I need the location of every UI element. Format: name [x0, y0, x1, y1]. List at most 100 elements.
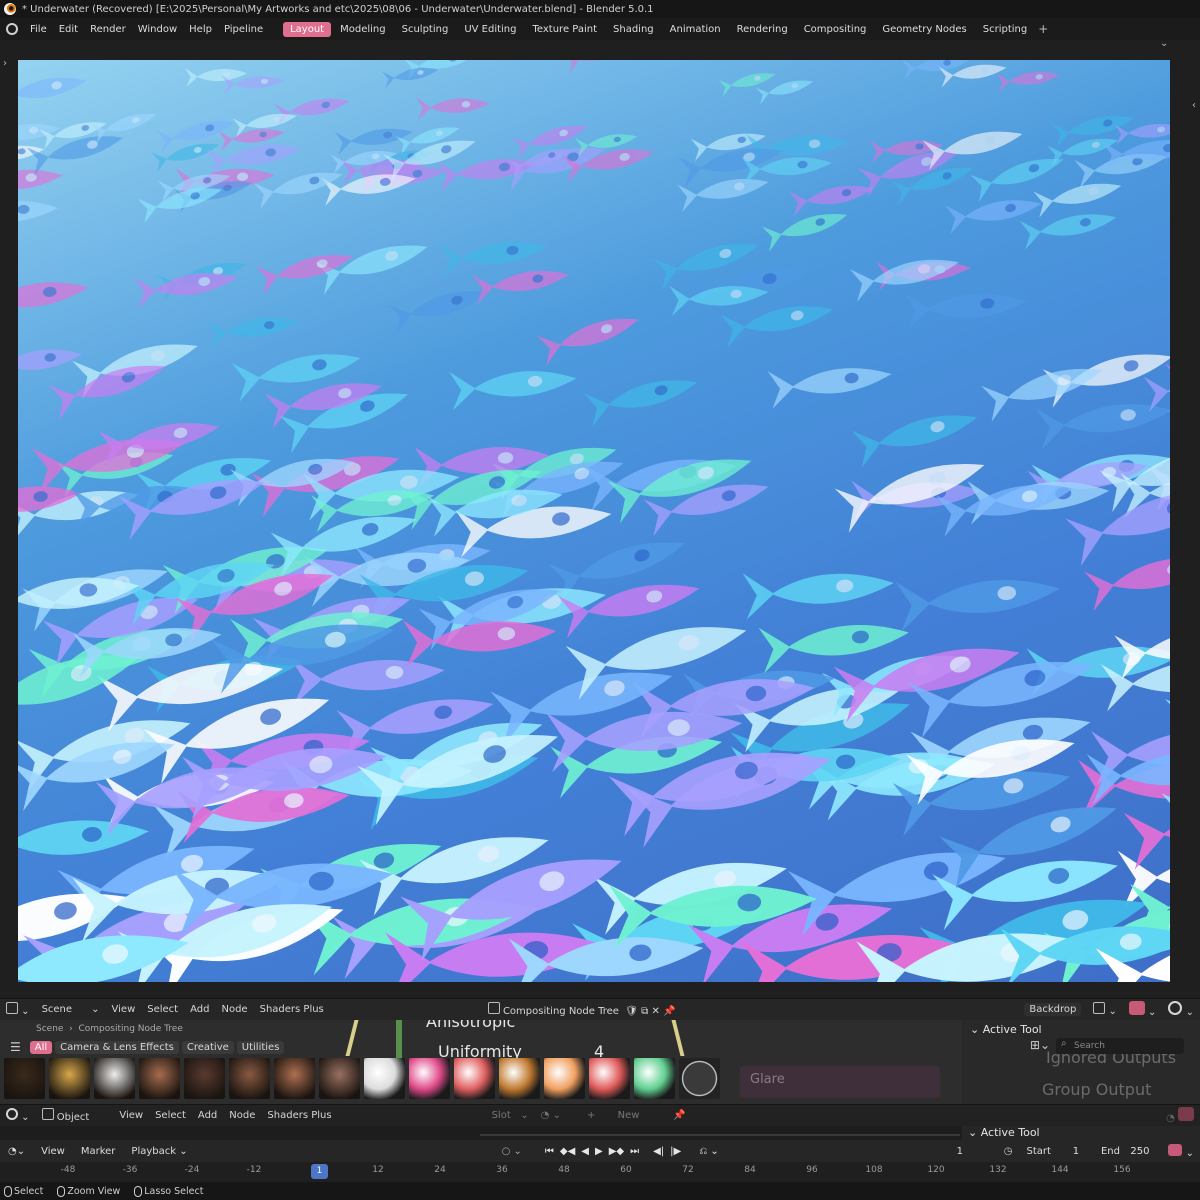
- glare-node[interactable]: Glare: [740, 1066, 940, 1098]
- menu-playback[interactable]: Playback ⌄: [123, 1146, 195, 1157]
- overlay-icon[interactable]: ⌄: [1087, 1002, 1123, 1017]
- menu-add-2[interactable]: Add: [192, 1110, 223, 1121]
- active-tool-title[interactable]: ⌄ Active Tool: [970, 1023, 1042, 1036]
- current-frame-field[interactable]: 1: [930, 1143, 990, 1159]
- start-field[interactable]: 1: [1051, 1143, 1101, 1159]
- blender-menu-icon[interactable]: [6, 23, 18, 35]
- gizmo-icon-2[interactable]: ⌄: [1168, 1143, 1194, 1159]
- asset-thumbnail[interactable]: [229, 1058, 270, 1099]
- tab-sculpting[interactable]: Sculpting: [395, 22, 456, 37]
- asset-thumbnail[interactable]: [49, 1058, 90, 1099]
- node-tree-selector[interactable]: Compositing Node Tree 🛡 ⧉ ✕ 📌: [482, 1002, 682, 1017]
- jump-end-button[interactable]: ⏭: [627, 1146, 642, 1157]
- pink-toggle-icon[interactable]: ⌄: [1123, 1001, 1163, 1018]
- menu-edit[interactable]: Edit: [53, 24, 84, 35]
- asset-thumbnail[interactable]: [409, 1058, 450, 1099]
- asset-thumbnail[interactable]: [319, 1058, 360, 1099]
- material-icon[interactable]: ◔ ⌄: [535, 1110, 567, 1121]
- asset-thumbnail[interactable]: [364, 1058, 405, 1099]
- grid-view-icon[interactable]: ⊞⌄: [1030, 1038, 1050, 1052]
- tab-creative[interactable]: Creative: [181, 1040, 234, 1054]
- jump-start-button[interactable]: ⏮: [542, 1146, 557, 1157]
- tab-camera-lens-effects[interactable]: Camera & Lens Effects: [55, 1040, 179, 1054]
- menu-node[interactable]: Node: [215, 1004, 253, 1015]
- asset-thumbnail[interactable]: [274, 1058, 315, 1099]
- end-label: End: [1100, 1145, 1120, 1157]
- menu-render[interactable]: Render: [84, 24, 132, 35]
- node-link: [671, 1020, 685, 1056]
- asset-thumbnail[interactable]: [589, 1058, 630, 1099]
- end-field[interactable]: 250: [1120, 1143, 1160, 1159]
- menu-window[interactable]: Window: [132, 24, 183, 35]
- menu-file[interactable]: File: [24, 24, 53, 35]
- ruler-tick: 96: [806, 1165, 818, 1175]
- keying-icon[interactable]: ⎌ ⌄: [696, 1146, 722, 1157]
- asset-thumbnail[interactable]: [184, 1058, 225, 1099]
- overlay-icon-2[interactable]: ◔: [1160, 1107, 1200, 1124]
- asset-thumbnail[interactable]: [94, 1058, 135, 1099]
- tab-rendering[interactable]: Rendering: [730, 22, 795, 37]
- asset-thumbnail[interactable]: [679, 1058, 720, 1099]
- chevron-down-icon[interactable]: ⌄: [1160, 38, 1168, 49]
- asset-thumbnail[interactable]: [139, 1058, 180, 1099]
- asset-thumbnail[interactable]: [544, 1058, 585, 1099]
- scroll-bar[interactable]: [480, 1134, 960, 1136]
- menu-select-2[interactable]: Select: [149, 1110, 192, 1121]
- next-keyframe-button[interactable]: ▶◆: [606, 1146, 627, 1157]
- tab-layout[interactable]: Layout: [283, 21, 332, 37]
- asset-thumbnail[interactable]: [454, 1058, 495, 1099]
- active-tool-title-2[interactable]: ⌄ Active Tool: [968, 1126, 1040, 1139]
- menu-pipeline[interactable]: Pipeline: [218, 24, 269, 35]
- editor-type-icon-2[interactable]: ⌄: [0, 1108, 36, 1123]
- prev-keyframe-button[interactable]: ◆◀: [557, 1146, 578, 1157]
- ghost-group-output: Group Output: [1042, 1080, 1152, 1099]
- tab-animation[interactable]: Animation: [663, 22, 728, 37]
- tab-modeling[interactable]: Modeling: [333, 22, 393, 37]
- timeline-ruler[interactable]: 1 -48 -36 -24 -12 12 24 36 48 60 72 84 96 108 120 132 1…: [0, 1162, 1200, 1182]
- chevron-left-icon[interactable]: ‹: [1192, 100, 1196, 111]
- chevron-right-icon[interactable]: ›: [3, 58, 7, 69]
- gizmo-icon[interactable]: ⌄: [1162, 1001, 1200, 1018]
- tab-shading[interactable]: Shading: [606, 22, 661, 37]
- image-editor-area[interactable]: ⌄ › ‹: [0, 38, 1200, 998]
- asset-thumbnail[interactable]: [634, 1058, 675, 1099]
- search-input[interactable]: Search: [1056, 1038, 1184, 1054]
- new-button[interactable]: + New: [581, 1110, 645, 1121]
- tab-compositing[interactable]: Compositing: [797, 22, 874, 37]
- hamburger-icon[interactable]: ☰: [4, 1040, 27, 1054]
- backdrop-button[interactable]: Backdrop: [1018, 1003, 1087, 1016]
- timeline-editor-icon[interactable]: ◔⌄: [0, 1146, 33, 1157]
- menu-shaders-plus[interactable]: Shaders Plus: [254, 1004, 330, 1015]
- next-frame-button[interactable]: |▶: [667, 1146, 684, 1157]
- object-mode-selector[interactable]: Object: [36, 1108, 96, 1123]
- asset-thumbnail[interactable]: [499, 1058, 540, 1099]
- menu-shaders-plus-2[interactable]: Shaders Plus: [261, 1110, 337, 1121]
- scene-selector[interactable]: Scene ⌄: [36, 1004, 106, 1015]
- menu-view-2[interactable]: View: [113, 1110, 149, 1121]
- node-editor[interactable]: Anisotropic Uniformity 4 Scene › Composi…: [0, 1020, 1200, 1104]
- node-link: [345, 1020, 359, 1056]
- pin-icon[interactable]: 📌: [667, 1110, 691, 1121]
- editor-type-icon[interactable]: ⌄: [0, 1002, 36, 1017]
- menu-help[interactable]: Help: [183, 24, 218, 35]
- menu-marker[interactable]: Marker: [73, 1146, 124, 1157]
- menu-add[interactable]: Add: [184, 1004, 215, 1015]
- current-frame-indicator[interactable]: 1: [311, 1164, 328, 1179]
- add-workspace-button[interactable]: +: [1034, 22, 1052, 36]
- tab-utilities[interactable]: Utilities: [236, 1040, 285, 1054]
- record-icon[interactable]: ○ ⌄: [502, 1146, 522, 1157]
- asset-thumbnail[interactable]: [4, 1058, 45, 1099]
- prev-frame-button[interactable]: ◀|: [650, 1146, 667, 1157]
- play-reverse-button[interactable]: ◀: [578, 1146, 592, 1157]
- tab-uv-editing[interactable]: UV Editing: [457, 22, 523, 37]
- menu-view-3[interactable]: View: [33, 1146, 73, 1157]
- tab-geometry-nodes[interactable]: Geometry Nodes: [875, 22, 973, 37]
- menu-node-2[interactable]: Node: [223, 1110, 261, 1121]
- tab-scripting[interactable]: Scripting: [976, 22, 1034, 37]
- tab-all[interactable]: All: [29, 1040, 53, 1054]
- slot-selector[interactable]: Slot ⌄: [486, 1110, 535, 1121]
- menu-select[interactable]: Select: [141, 1004, 184, 1015]
- play-button[interactable]: ▶: [592, 1146, 606, 1157]
- tab-texture-paint[interactable]: Texture Paint: [525, 22, 604, 37]
- menu-view[interactable]: View: [106, 1004, 142, 1015]
